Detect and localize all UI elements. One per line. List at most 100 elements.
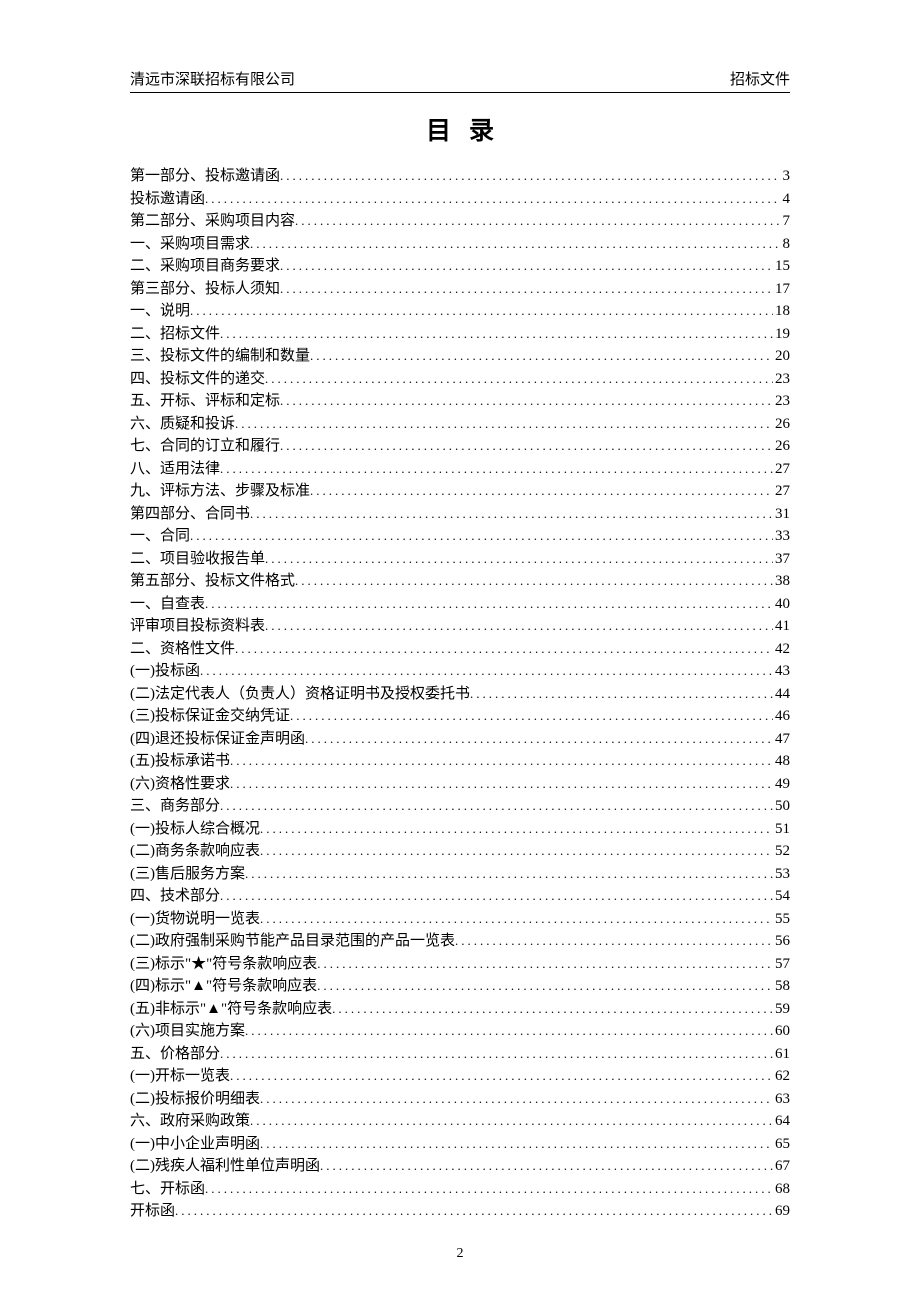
toc-entry-label: 第三部分、投标人须知: [130, 278, 280, 301]
toc-entry-label: (四)标示"▲"符号条款响应表: [130, 975, 317, 998]
toc-entry-label: 三、投标文件的编制和数量: [130, 345, 310, 368]
toc-entry: 六、质疑和投诉26: [130, 413, 790, 436]
toc-entry-leader: [220, 323, 773, 346]
toc-entry-label: (四)退还投标保证金声明函: [130, 728, 305, 751]
toc-entry-page: 43: [773, 660, 790, 683]
toc-entry: 一、自查表 40: [130, 593, 790, 616]
toc-entry: (三)标示"★"符号条款响应表57: [130, 953, 790, 976]
toc-entry-page: 31: [773, 503, 790, 526]
toc-entry: 第二部分、采购项目内容7: [130, 210, 790, 233]
toc-entry-leader: [280, 165, 780, 188]
toc-entry-leader: [470, 683, 773, 706]
toc-entry-leader: [220, 458, 773, 481]
toc-entry-leader: [260, 908, 773, 931]
toc-entry-leader: [235, 413, 773, 436]
toc-entry-label: (六)项目实施方案: [130, 1020, 245, 1043]
toc-entry: 二、资格性文件42: [130, 638, 790, 661]
toc-entry-label: 六、政府采购政策: [130, 1110, 250, 1133]
toc-entry: (一)开标一览表62: [130, 1065, 790, 1088]
toc-entry: 一、说明18: [130, 300, 790, 323]
toc-entry-page: 69: [773, 1200, 790, 1223]
toc-entry-leader: [320, 1155, 773, 1178]
toc-entry-label: (二)商务条款响应表: [130, 840, 260, 863]
toc-entry-label: 三、商务部分: [130, 795, 220, 818]
toc-entry: 八、适用法律27: [130, 458, 790, 481]
toc-entry-label: 投标邀请函: [130, 188, 205, 211]
toc-entry-leader: [250, 1110, 773, 1133]
toc-entry: 投标邀请函4: [130, 188, 790, 211]
toc-entry-leader: [190, 300, 773, 323]
toc-entry-leader: [230, 750, 773, 773]
toc-entry-label: (五)非标示"▲"符号条款响应表: [130, 998, 332, 1021]
toc-entry-page: 26: [773, 413, 790, 436]
toc-entry: (五)投标承诺书48: [130, 750, 790, 773]
toc-entry: 四、技术部分54: [130, 885, 790, 908]
toc-entry-leader: [175, 1200, 773, 1223]
toc-entry-leader: [260, 818, 773, 841]
toc-entry-leader: [250, 233, 780, 256]
toc-entry-label: (一)货物说明一览表: [130, 908, 260, 931]
toc-entry: 三、商务部分 50: [130, 795, 790, 818]
toc-entry-leader: [230, 773, 773, 796]
toc-entry-leader: [190, 525, 773, 548]
header-right: 招标文件: [730, 68, 790, 89]
toc-entry: (二)投标报价明细表63: [130, 1088, 790, 1111]
toc-entry-label: (三)售后服务方案: [130, 863, 245, 886]
toc-entry-page: 41: [773, 615, 790, 638]
toc-entry-label: (五)投标承诺书: [130, 750, 230, 773]
toc-entry-leader: [455, 930, 773, 953]
toc-entry-leader: [220, 885, 773, 908]
toc-entry-label: 四、技术部分: [130, 885, 220, 908]
toc-entry-label: (二)政府强制采购节能产品目录范围的产品一览表: [130, 930, 455, 953]
toc-entry-label: (二)残疾人福利性单位声明函: [130, 1155, 320, 1178]
toc-entry-page: 64: [773, 1110, 790, 1133]
toc-entry-label: 五、开标、评标和定标: [130, 390, 280, 413]
toc-entry-leader: [230, 1065, 773, 1088]
toc-entry: 一、合同33: [130, 525, 790, 548]
toc-entry-label: (一)中小企业声明函: [130, 1133, 260, 1156]
toc-entry-label: 一、采购项目需求: [130, 233, 250, 256]
toc-entry: 七、开标函68: [130, 1178, 790, 1201]
toc-entry-page: 7: [781, 210, 791, 233]
toc-entry-page: 65: [773, 1133, 790, 1156]
toc-entry-leader: [280, 255, 773, 278]
toc-entry-page: 33: [773, 525, 790, 548]
toc-entry: (四)标示"▲"符号条款响应表 58: [130, 975, 790, 998]
toc-entry: 四、投标文件的递交23: [130, 368, 790, 391]
toc-entry-label: 一、自查表: [130, 593, 205, 616]
toc-entry: 开标函69: [130, 1200, 790, 1223]
toc-entry-page: 19: [773, 323, 790, 346]
toc-entry-page: 8: [781, 233, 791, 256]
toc-entry-leader: [265, 615, 773, 638]
toc-entry-leader: [260, 1088, 773, 1111]
toc-entry: (五)非标示"▲"符号条款响应表59: [130, 998, 790, 1021]
toc-entry-leader: [205, 1178, 773, 1201]
toc-entry-page: 46: [773, 705, 790, 728]
toc-entry-label: 五、价格部分: [130, 1043, 220, 1066]
toc-entry-label: 二、采购项目商务要求: [130, 255, 280, 278]
toc-entry-page: 50: [773, 795, 790, 818]
toc-entry-label: 四、投标文件的递交: [130, 368, 265, 391]
toc-entry-leader: [220, 1043, 773, 1066]
toc-entry: (六)资格性要求49: [130, 773, 790, 796]
toc-entry: 二、项目验收报告单37: [130, 548, 790, 571]
toc-entry: 六、政府采购政策 64: [130, 1110, 790, 1133]
toc-entry-label: 第一部分、投标邀请函: [130, 165, 280, 188]
toc-entry-page: 51: [773, 818, 790, 841]
toc-entry-page: 49: [773, 773, 790, 796]
toc-entry-label: 第四部分、合同书: [130, 503, 250, 526]
toc-entry-page: 20: [773, 345, 790, 368]
table-of-contents: 第一部分、投标邀请函 3投标邀请函4第二部分、采购项目内容7一、采购项目需求 8 二、…: [130, 165, 790, 1223]
toc-entry-leader: [220, 795, 773, 818]
toc-entry-page: 44: [773, 683, 790, 706]
toc-entry: 第五部分、投标文件格式38: [130, 570, 790, 593]
toc-entry-page: 3: [781, 165, 791, 188]
toc-entry: (三)投标保证金交纳凭证46: [130, 705, 790, 728]
toc-entry-page: 55: [773, 908, 790, 931]
toc-entry-page: 58: [773, 975, 790, 998]
toc-entry-page: 57: [773, 953, 790, 976]
toc-entry-page: 67: [773, 1155, 790, 1178]
toc-entry-leader: [310, 480, 773, 503]
toc-entry-page: 40: [773, 593, 790, 616]
toc-entry-label: 第五部分、投标文件格式: [130, 570, 295, 593]
